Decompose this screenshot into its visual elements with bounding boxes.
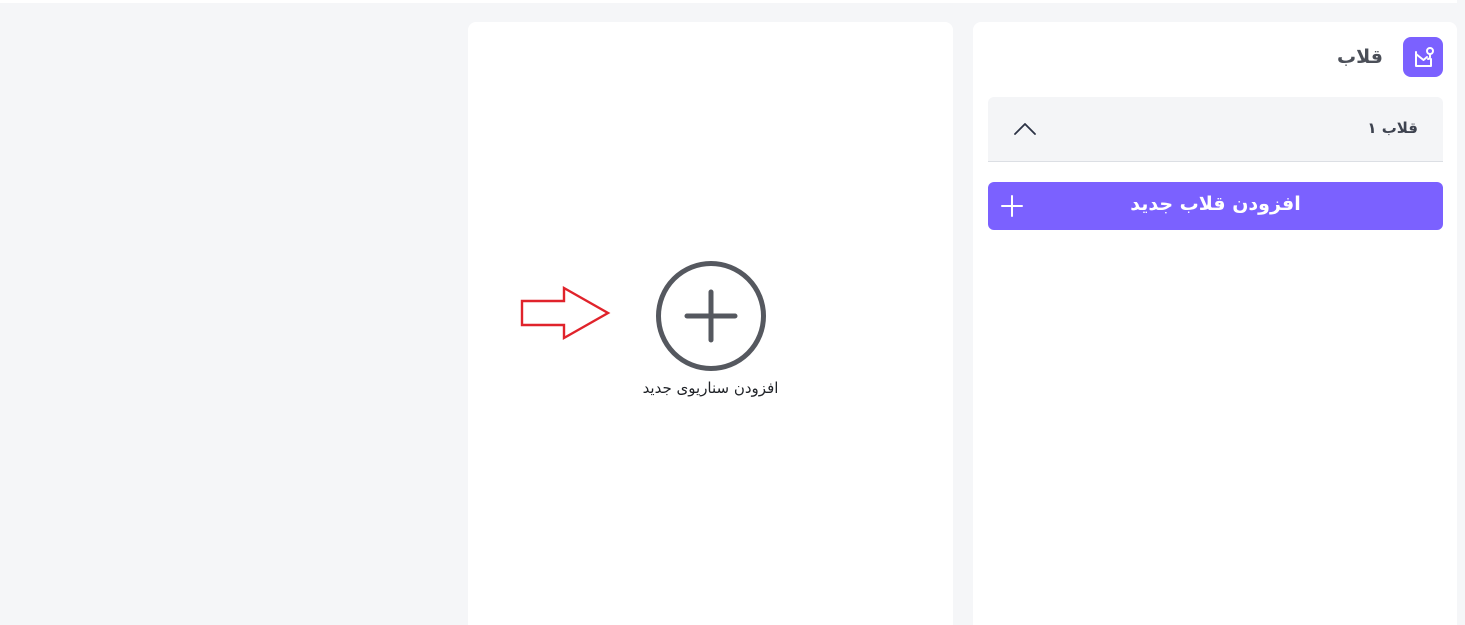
plus-circle-icon [656,261,766,371]
add-hook-button[interactable]: افزودن قلاب جدید [988,182,1443,230]
arrow-right-outline-icon [520,285,611,341]
panel-title: قلاب [1337,46,1383,68]
top-bar-edge [0,0,1457,3]
plus-icon [1001,195,1023,217]
add-scenario-label[interactable]: افزودن سناریوی جدید [608,379,813,397]
scenario-panel: افزودن سناریوی جدید [468,22,953,625]
add-scenario-button[interactable] [655,260,767,372]
add-hook-label: افزودن قلاب جدید [1130,193,1301,215]
hook-list-item[interactable]: قلاب ۱ [988,97,1443,162]
hook-item-label: قلاب ۱ [1367,119,1418,137]
hook-panel: قلاب قلاب ۱ افزودن قلاب جدید [973,22,1457,625]
panel-header: قلاب [1337,37,1443,77]
chevron-up-icon[interactable] [1012,118,1038,140]
hook-template-icon [1403,37,1443,77]
